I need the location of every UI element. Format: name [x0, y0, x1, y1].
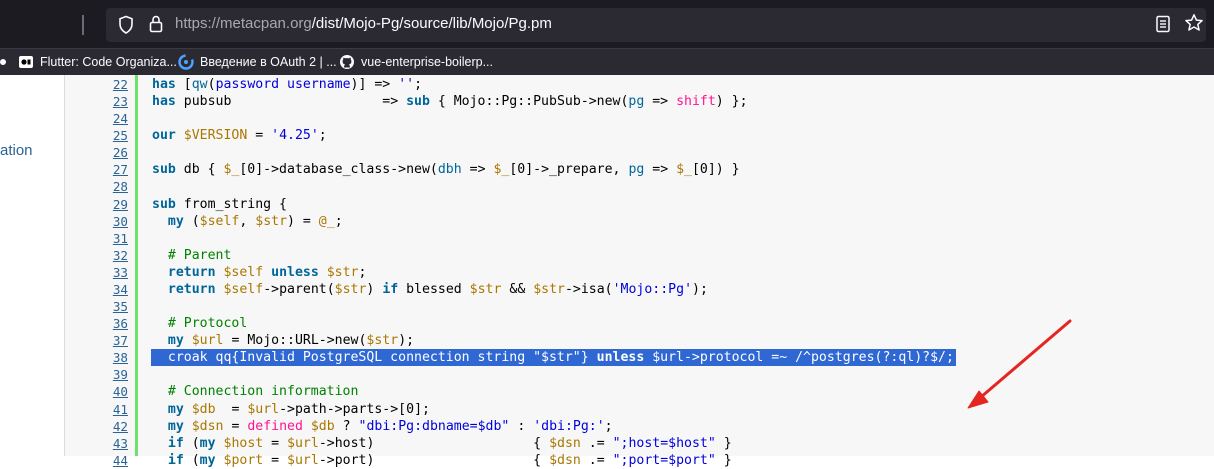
line-number-link[interactable]: 40: [65, 383, 128, 400]
shield-icon[interactable]: [118, 15, 134, 35]
code-line: sub from_string {: [152, 196, 287, 212]
code-line: if (my $host = $url->host) { $dsn .= ";h…: [167, 435, 732, 451]
code-line: return $self unless $str;: [167, 264, 367, 280]
line-number-link[interactable]: 35: [65, 298, 128, 315]
line-number-link[interactable]: 39: [65, 366, 128, 383]
line-number-link[interactable]: 29: [65, 196, 128, 213]
line-number-link[interactable]: 28: [65, 178, 128, 195]
line-number-link[interactable]: 37: [65, 332, 128, 349]
page-content: ation 22 23 24 25 26 27 28 29 30 31 32 33 34 35 36 37 38…: [0, 75, 1214, 468]
line-number-link[interactable]: 27: [65, 161, 128, 178]
line-number-link[interactable]: 25: [65, 127, 128, 144]
line-number-link[interactable]: 31: [65, 230, 128, 247]
reader-view-icon[interactable]: [1155, 15, 1171, 33]
browser-toolbar: https://metacpan.org/dist/Mojo-Pg/source…: [0, 0, 1214, 48]
line-number-link[interactable]: 44: [65, 452, 128, 469]
bookmark-item-vue-enterprise[interactable]: vue-enterprise-boilerp...: [339, 52, 493, 72]
code-line: our $VERSION = '4.25';: [152, 128, 327, 144]
code-line: my $url = Mojo::URL->new($str);: [167, 333, 415, 349]
red-arrow-annotation: [967, 319, 1072, 409]
code-line: # Protocol: [167, 316, 248, 332]
line-number-link[interactable]: 32: [65, 247, 128, 264]
bookmark-star-icon[interactable]: [1184, 13, 1204, 33]
bookmark-label: vue-enterprise-boilerp...: [361, 55, 494, 69]
toolbar-left-area: [0, 0, 104, 48]
gutter-divider: [135, 75, 138, 456]
code-line: # Connection information: [167, 384, 359, 400]
url-host: https://metacpan.org: [175, 15, 312, 32]
code-line: my $db = $url->path->parts->[0];: [167, 401, 430, 417]
bookmark-item-oauth[interactable]: Введение в OAuth 2 | ...: [178, 52, 337, 72]
line-number-link[interactable]: 38: [65, 349, 128, 366]
line-number-link[interactable]: 23: [65, 93, 128, 110]
line-number-link[interactable]: 26: [65, 144, 128, 161]
bookmark-label: Введение в OAuth 2 | ...: [200, 55, 337, 69]
line-number-link[interactable]: 24: [65, 110, 128, 127]
line-number-link[interactable]: 42: [65, 418, 128, 435]
line-number-gutter: 22 23 24 25 26 27 28 29 30 31 32 33 34 35 36 37 38 39 40 41…: [65, 75, 135, 468]
github-icon: [340, 55, 354, 69]
bookmark-overflow[interactable]: [0, 52, 6, 72]
bookmarks-toolbar: Flutter: Code Organiza... Введение в OAu…: [0, 48, 1214, 75]
url-text[interactable]: https://metacpan.org/dist/Mojo-Pg/source…: [175, 14, 552, 34]
line-number-link[interactable]: 33: [65, 264, 128, 281]
url-path: /dist/Mojo-Pg/source/lib/Mojo/Pg.pm: [311, 15, 552, 32]
sidebar-nav-link[interactable]: ation: [0, 142, 33, 159]
bookmark-item-flutter[interactable]: Flutter: Code Organiza...: [18, 52, 177, 72]
code-line: return $self->parent($str) if blessed $s…: [167, 281, 708, 297]
bookmark-label: Flutter: Code Organiza...: [40, 55, 177, 69]
oauth-icon: [178, 54, 194, 70]
code-line-selected: croak qq{Invalid PostgreSQL connection s…: [151, 349, 956, 367]
line-number-link[interactable]: 43: [65, 435, 128, 452]
code-line: # Parent: [167, 247, 232, 263]
code-line: sub db { $_[0]->database_class->new(dbh …: [152, 162, 740, 178]
code-line: my ($self, $str) = @_;: [167, 213, 343, 229]
code-line: my $dsn = defined $db ? "dbi:Pg:dbname=$…: [167, 418, 613, 434]
line-number-link[interactable]: 41: [65, 401, 128, 418]
code-line: has pubsub => sub { Mojo::Pg::PubSub->ne…: [152, 94, 748, 110]
code-line: if (my $port = $url->port) { $dsn .= ";p…: [167, 452, 732, 468]
flutter-icon: [19, 56, 33, 68]
line-number-link[interactable]: 30: [65, 213, 128, 230]
line-number-link[interactable]: 36: [65, 315, 128, 332]
line-number-link[interactable]: 22: [65, 76, 128, 93]
code-line: has [qw(password username)] => '';: [152, 77, 423, 92]
lock-icon[interactable]: [148, 14, 164, 34]
line-number-link[interactable]: 34: [65, 281, 128, 298]
